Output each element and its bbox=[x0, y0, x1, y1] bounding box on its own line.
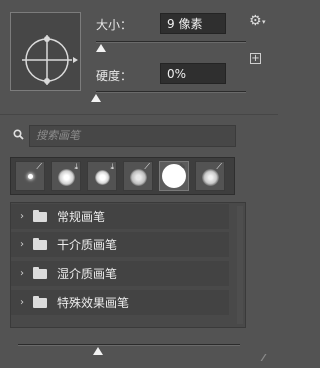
scrollbar[interactable] bbox=[237, 206, 243, 324]
size-label: 大小： bbox=[96, 18, 133, 32]
size-slider-thumb[interactable] bbox=[96, 44, 106, 52]
brush-group-general[interactable]: › 常规画笔 bbox=[11, 204, 229, 229]
folder-icon bbox=[33, 237, 47, 250]
search-input[interactable] bbox=[29, 125, 236, 147]
divider bbox=[0, 114, 278, 115]
chevron-right-icon[interactable]: › bbox=[20, 211, 28, 222]
brush-group-special-effects[interactable]: › 特殊效果画笔 bbox=[11, 290, 229, 315]
pencil-icon: ⟋ bbox=[36, 162, 42, 171]
chevron-right-icon[interactable]: › bbox=[20, 239, 28, 250]
folder-icon bbox=[33, 209, 47, 222]
brush-group-wet-media[interactable]: › 湿介质画笔 bbox=[11, 261, 229, 286]
preview-size-slider-track[interactable] bbox=[18, 344, 240, 346]
search-icon bbox=[13, 129, 24, 140]
chevron-right-icon[interactable]: › bbox=[20, 268, 28, 279]
brush-angle-preview[interactable] bbox=[10, 12, 81, 91]
gear-icon[interactable]: ⚙ bbox=[249, 13, 262, 29]
size-field[interactable]: 9 像素 bbox=[160, 13, 226, 34]
folder-icon bbox=[33, 266, 47, 279]
brush-tile[interactable]: ⤓ bbox=[87, 161, 117, 191]
pencil-icon: ⟋ bbox=[216, 162, 222, 171]
pencil-icon: ✎ bbox=[179, 162, 186, 171]
size-slider-track[interactable] bbox=[96, 41, 246, 43]
new-preset-icon[interactable]: + bbox=[250, 53, 261, 64]
brush-tile[interactable]: ⤓ bbox=[51, 161, 81, 191]
hardness-slider-thumb[interactable] bbox=[91, 94, 101, 102]
brush-tile-selected[interactable]: ✎ bbox=[159, 161, 189, 191]
preview-size-slider-thumb[interactable] bbox=[93, 347, 103, 355]
hardness-field[interactable]: 0% bbox=[160, 63, 226, 84]
group-label: 特殊效果画笔 bbox=[57, 296, 130, 310]
brush-group-list: › 常规画笔 › 干介质画笔 › 湿介质画笔 › 特殊效果画笔 bbox=[10, 202, 246, 328]
chevron-down-icon[interactable]: ▾ bbox=[262, 18, 266, 26]
pencil-icon: ⟋ bbox=[144, 162, 150, 171]
brush-badge-icon: ⤓ bbox=[74, 162, 78, 171]
crosshair-circle-icon bbox=[22, 35, 78, 85]
brush-tile[interactable]: ⟋ bbox=[123, 161, 153, 191]
brush-tile[interactable]: ⟋ bbox=[195, 161, 225, 191]
recent-brushes: ⟋ ⤓ ⤓ ⟋ ✎ ⟋ bbox=[10, 157, 235, 195]
brush-tile[interactable]: ⟋ bbox=[15, 161, 45, 191]
group-label: 干介质画笔 bbox=[57, 238, 118, 252]
hardness-slider-track[interactable] bbox=[96, 91, 246, 93]
folder-icon bbox=[33, 295, 47, 308]
hardness-label: 硬度： bbox=[96, 69, 133, 83]
brush-group-dry-media[interactable]: › 干介质画笔 bbox=[11, 232, 229, 257]
group-label: 湿介质画笔 bbox=[57, 267, 118, 281]
chevron-right-icon[interactable]: › bbox=[20, 297, 28, 308]
brush-badge-icon: ⤓ bbox=[110, 162, 114, 171]
group-label: 常规画笔 bbox=[57, 210, 106, 224]
